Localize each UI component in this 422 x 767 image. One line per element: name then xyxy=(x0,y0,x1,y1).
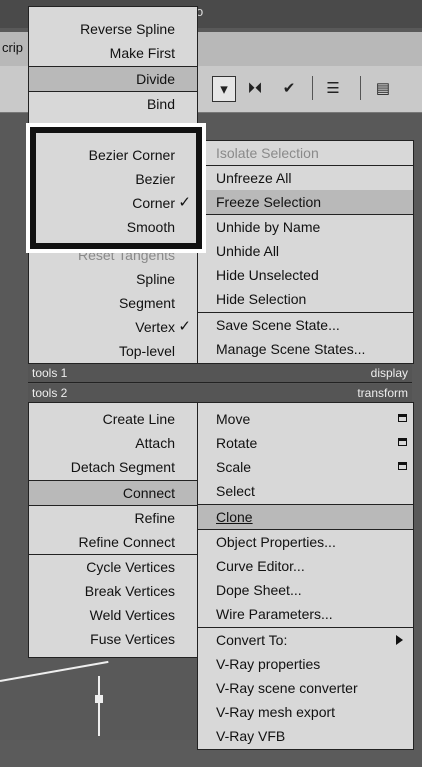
menu-item-fuse-vertices[interactable]: Fuse Vertices xyxy=(29,627,197,651)
menu-item-unfreeze-all[interactable]: Unfreeze All xyxy=(198,166,413,190)
menu-item-vertex[interactable]: Vertex ✓ xyxy=(29,315,197,339)
menu-item-isolate-selection[interactable]: Isolate Selection xyxy=(198,141,413,165)
titlebar-left-label: tools 1 xyxy=(32,366,68,380)
titlebar-right-label: transform xyxy=(357,386,408,400)
quad-titlebar-tools1: tools 1 display xyxy=(28,364,412,383)
menu-item-make-first[interactable]: Make First xyxy=(29,41,197,65)
menu-item-unhide-by-name[interactable]: Unhide by Name xyxy=(198,215,413,239)
menu-item-refine-connect[interactable]: Refine Connect xyxy=(29,530,197,554)
menu-item-scale[interactable]: Scale xyxy=(198,455,413,479)
settings-window-icon[interactable] xyxy=(398,462,407,470)
menu-item-hide-selection[interactable]: Hide Selection xyxy=(198,287,413,311)
dropdown-arrow-icon[interactable]: ▾ xyxy=(212,76,236,102)
titlebar-left-label: tools 2 xyxy=(32,386,68,400)
toolbar-separator xyxy=(312,76,313,100)
menu-fragment[interactable]: crip xyxy=(2,40,23,55)
menu-item-object-properties[interactable]: Object Properties... xyxy=(198,530,413,554)
toolbar-separator xyxy=(360,76,361,100)
menu-item-segment[interactable]: Segment xyxy=(29,291,197,315)
menu-item-reverse-spline[interactable]: Reverse Spline xyxy=(29,17,197,41)
menu-item-spline[interactable]: Spline xyxy=(29,267,197,291)
titlebar-right-label: display xyxy=(370,366,408,380)
menu-item-vray-vfb[interactable]: V-Ray VFB xyxy=(198,724,413,748)
spline-vertex[interactable] xyxy=(95,695,103,703)
menu-item-move[interactable]: Move xyxy=(198,407,413,431)
menu-item-break-vertices[interactable]: Break Vertices xyxy=(29,579,197,603)
menu-item-manage-scene-states[interactable]: Manage Scene States... xyxy=(198,337,413,361)
quad-lower-left: Create Line Attach Detach Segment Connec… xyxy=(28,402,198,658)
menu-item-vray-mesh-export[interactable]: V-Ray mesh export xyxy=(198,700,413,724)
spline-segment xyxy=(98,676,100,736)
menu-item-save-scene-state[interactable]: Save Scene State... xyxy=(198,313,413,337)
menu-item-clone[interactable]: Clone xyxy=(198,505,413,529)
menu-item-unhide-all[interactable]: Unhide All xyxy=(198,239,413,263)
menu-item-refine[interactable]: Refine xyxy=(29,506,197,530)
quad-lower-right: Move Rotate Scale Select Clone Object Pr… xyxy=(197,402,414,750)
quad-upper-right: Isolate Selection Unfreeze All Freeze Se… xyxy=(197,140,414,364)
menu-item-select[interactable]: Select xyxy=(198,479,413,503)
menu-item-top-level[interactable]: Top-level xyxy=(29,339,197,363)
menu-item-curve-editor[interactable]: Curve Editor... xyxy=(198,554,413,578)
menu-item-detach-segment[interactable]: Detach Segment xyxy=(29,455,197,479)
menu-item-cycle-vertices[interactable]: Cycle Vertices xyxy=(29,555,197,579)
align-icon[interactable]: ✔ xyxy=(276,76,302,100)
menu-item-vray-properties[interactable]: V-Ray properties xyxy=(198,652,413,676)
menu-item-bind[interactable]: Bind xyxy=(29,92,197,116)
menu-item-wire-parameters[interactable]: Wire Parameters... xyxy=(198,602,413,626)
menu-item-rotate[interactable]: Rotate xyxy=(198,431,413,455)
settings-window-icon[interactable] xyxy=(398,438,407,446)
layers-icon[interactable]: ☰ xyxy=(320,76,346,100)
menu-item-convert-to[interactable]: Convert To: xyxy=(198,628,413,652)
menu-item-vray-scene-converter[interactable]: V-Ray scene converter xyxy=(198,676,413,700)
menu-item-attach[interactable]: Attach xyxy=(29,431,197,455)
settings-window-icon[interactable] xyxy=(398,414,407,422)
highlight-box xyxy=(26,123,206,253)
menu-item-weld-vertices[interactable]: Weld Vertices xyxy=(29,603,197,627)
checkmark-icon: ✓ xyxy=(178,318,191,335)
menu-item-divide[interactable]: Divide xyxy=(29,67,197,91)
menu-item-dope-sheet[interactable]: Dope Sheet... xyxy=(198,578,413,602)
menu-item-connect[interactable]: Connect xyxy=(29,481,197,505)
menu-item-hide-unselected[interactable]: Hide Unselected xyxy=(198,263,413,287)
menu-item-freeze-selection[interactable]: Freeze Selection xyxy=(198,190,413,214)
mirror-icon[interactable]: ⏵⏴ xyxy=(240,76,270,100)
quad-titlebar-tools2: tools 2 transform xyxy=(28,384,412,402)
submenu-arrow-icon xyxy=(396,635,403,645)
graph-editor-icon[interactable]: ▤ xyxy=(370,76,396,100)
menu-item-create-line[interactable]: Create Line xyxy=(29,407,197,431)
